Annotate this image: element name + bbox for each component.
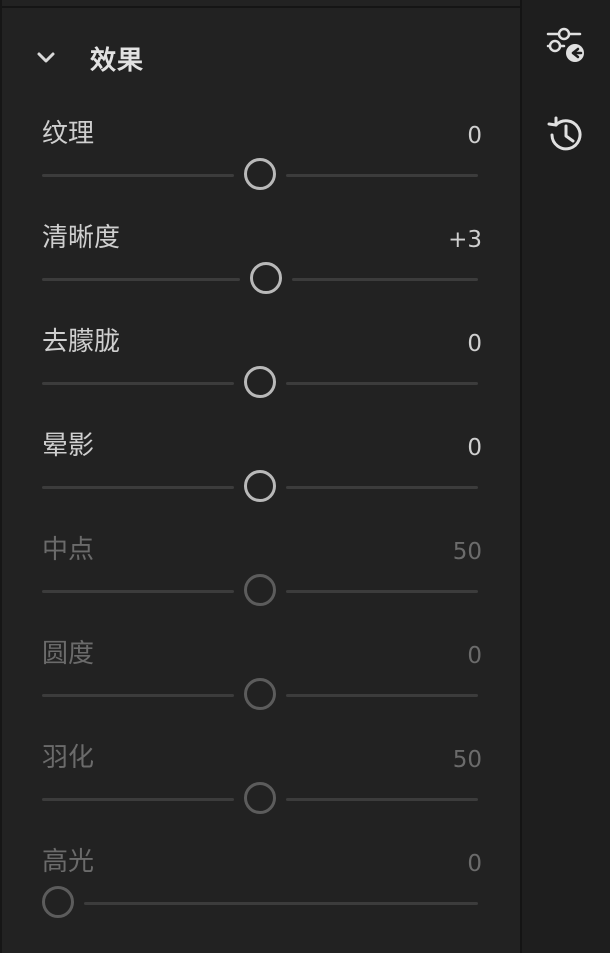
slider-track-right[interactable]	[292, 278, 478, 281]
section-title: 效果	[90, 45, 145, 76]
slider-thumb[interactable]	[244, 470, 276, 502]
slider-track-left[interactable]	[42, 382, 234, 385]
history-icon[interactable]	[544, 114, 586, 156]
slider-track-right[interactable]	[286, 486, 478, 489]
slider-row: 中点 50	[2, 534, 522, 638]
slider-track-right[interactable]	[286, 382, 478, 385]
slider-row[interactable]: 清晰度 +3	[2, 222, 522, 326]
slider-label: 中点	[42, 535, 95, 565]
slider-track-right[interactable]	[286, 174, 478, 177]
slider-label: 高光	[42, 847, 95, 877]
slider-value: 50	[452, 539, 482, 565]
slider-row: 高光 0	[2, 846, 522, 950]
chevron-down-icon[interactable]	[32, 44, 60, 72]
slider-row[interactable]: 去朦胧 0	[2, 326, 522, 430]
slider-track-right	[286, 590, 478, 593]
slider-label: 去朦胧	[42, 327, 121, 357]
slider-track-right	[84, 902, 478, 905]
slider-thumb	[42, 886, 74, 918]
slider-track-right	[286, 694, 478, 697]
slider-track-left	[42, 694, 234, 697]
slider-value: 0	[467, 643, 482, 669]
slider-row: 圆度 0	[2, 638, 522, 742]
slider-label: 羽化	[42, 743, 95, 773]
slider-thumb	[244, 678, 276, 710]
slider-value[interactable]: 0	[467, 120, 482, 152]
slider-track-left	[42, 798, 234, 801]
slider-label: 纹理	[42, 119, 95, 149]
slider-track-left[interactable]	[42, 278, 241, 281]
top-divider	[2, 6, 522, 8]
slider-thumb	[244, 574, 276, 606]
slider-label: 圆度	[42, 639, 95, 669]
slider-row: 羽化 50	[2, 742, 522, 846]
edit-sliders-icon[interactable]	[544, 24, 586, 66]
effects-panel: 效果 纹理 0 清晰度 +3 去朦胧 0 晕影 0 中点 50 圆度 0 羽化 50 高光 0	[0, 0, 522, 953]
slider-value: 0	[467, 851, 482, 877]
slider-track-left[interactable]	[42, 486, 234, 489]
slider-thumb[interactable]	[244, 158, 276, 190]
slider-thumb[interactable]	[250, 262, 283, 294]
slider-thumb[interactable]	[244, 366, 276, 398]
slider-track-right	[286, 798, 478, 801]
slider-value[interactable]: +3	[448, 224, 482, 256]
slider-row[interactable]: 纹理 0	[2, 118, 522, 222]
slider-value: 50	[452, 747, 482, 773]
slider-row[interactable]: 晕影 0	[2, 430, 522, 534]
slider-value[interactable]: 0	[467, 328, 482, 360]
slider-thumb	[244, 782, 276, 814]
section-header-effects[interactable]: 效果	[32, 36, 144, 80]
slider-value[interactable]: 0	[467, 432, 482, 464]
slider-label: 晕影	[42, 431, 95, 461]
slider-track-left	[42, 590, 234, 593]
slider-track-left[interactable]	[42, 174, 234, 177]
slider-label: 清晰度	[42, 223, 121, 253]
